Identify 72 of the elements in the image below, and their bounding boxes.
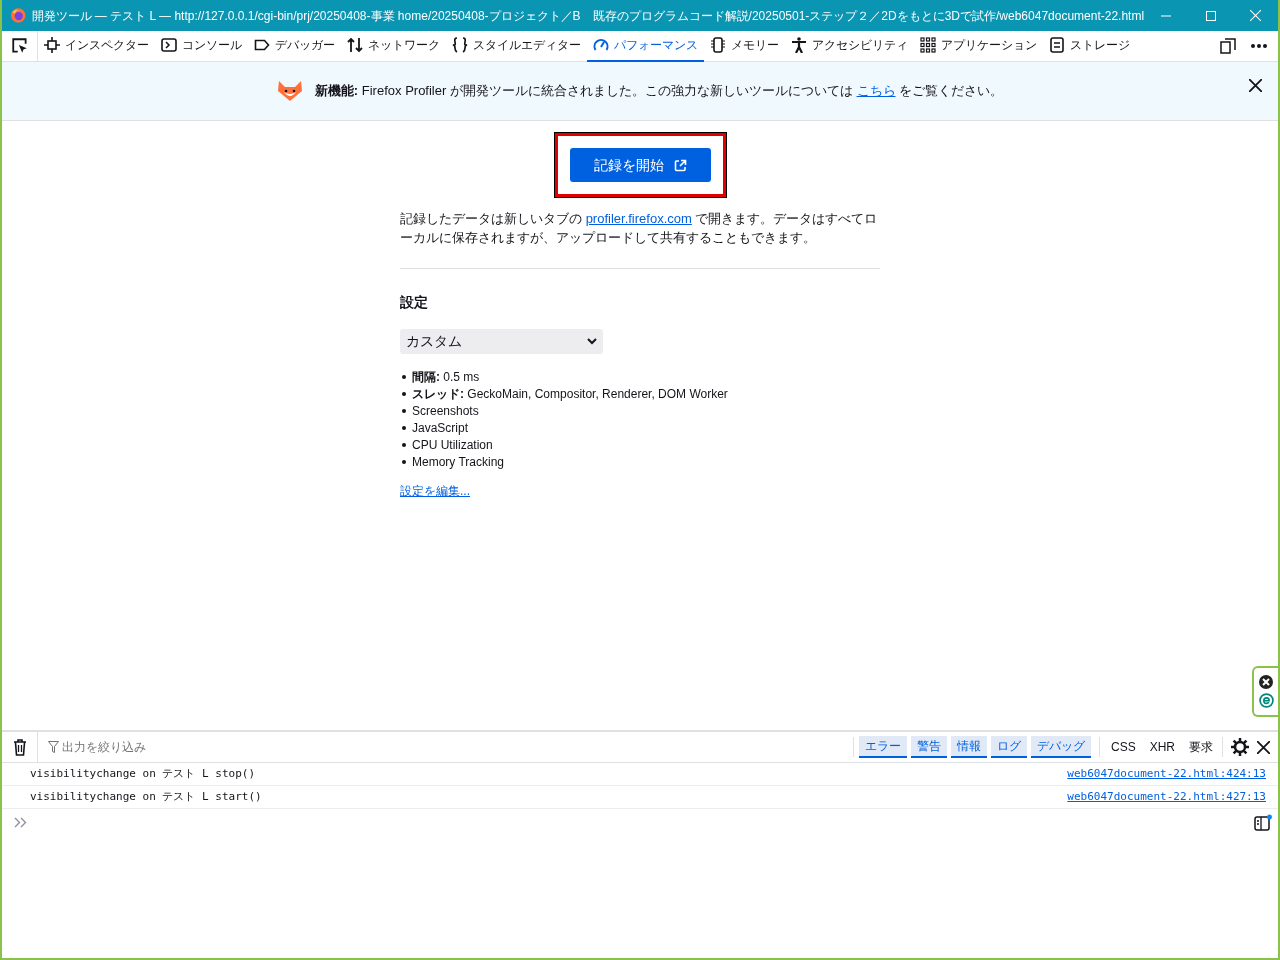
panel-tab[interactable]: インスペクター — [38, 30, 155, 62]
settings-item: CPU Utilization — [412, 436, 493, 454]
settings-item: JavaScript — [412, 419, 469, 437]
tag-icon — [254, 37, 270, 53]
settings-item: スレッド: GeckoMain, Compositor, Renderer, DOM Worker — [412, 385, 728, 403]
bullet-icon — [402, 459, 406, 464]
panel-tab[interactable]: デバッガー — [248, 30, 341, 62]
console-message: visibilitychange on テスト L stop() — [30, 765, 256, 782]
panel-tab[interactable]: ストレージ — [1043, 30, 1136, 62]
panel-tab[interactable]: コンソール — [155, 30, 248, 62]
bullet-icon — [402, 442, 406, 447]
chip-icon — [710, 37, 726, 53]
cursor-icon — [10, 37, 29, 55]
console-message: visibilitychange on テスト L start() — [30, 788, 262, 805]
filter-icon — [48, 741, 59, 753]
letter-e-circle-icon[interactable] — [1258, 693, 1274, 708]
person-icon — [791, 37, 807, 53]
bullet-icon — [402, 425, 406, 430]
panel-tab[interactable]: メモリー — [704, 30, 785, 62]
request-type-filter[interactable]: XHR — [1146, 736, 1178, 758]
close-icon[interactable] — [1257, 740, 1270, 754]
close-icon — [1250, 10, 1262, 21]
settings-item: 間隔: 0.5 ms — [412, 368, 480, 386]
settings-item: Memory Tracking — [412, 453, 505, 471]
edit-settings-link[interactable]: 設定を編集... — [400, 482, 880, 500]
more-options-icon[interactable] — [1250, 43, 1268, 49]
maximize-icon — [1206, 10, 1217, 21]
close-icon — [1248, 78, 1262, 92]
panel-tab[interactable]: ネットワーク — [341, 30, 446, 62]
close-circle-icon[interactable] — [1259, 675, 1273, 689]
bullet-icon — [402, 374, 406, 379]
log-level-filter[interactable]: ログ — [990, 736, 1027, 758]
log-level-filter[interactable]: デバッグ — [1030, 736, 1091, 758]
bullet-icon — [402, 391, 406, 396]
dock-icon[interactable] — [1220, 38, 1236, 54]
gauge-icon — [593, 37, 609, 53]
crosshair-icon — [44, 37, 60, 53]
settings-icon[interactable] — [1231, 738, 1249, 756]
source-link[interactable]: web6047document-22.html:424:13 — [1067, 765, 1266, 783]
panel-tab[interactable]: アプリケーション — [914, 30, 1043, 62]
sidebar-toggle-icon[interactable] — [1254, 813, 1272, 831]
panel-tab[interactable]: アクセシビリティ — [785, 30, 914, 62]
fox-icon — [276, 80, 303, 102]
start-recording-button[interactable]: 記録を開始 — [569, 148, 711, 182]
source-link[interactable]: web6047document-22.html:427:13 — [1067, 788, 1266, 806]
panel-tab[interactable]: スタイルエディター — [446, 30, 587, 62]
link[interactable]: こちら — [856, 83, 896, 99]
description-text: 記録したデータは新しいタブの profiler.firefox.com で開きます。データはすべてローカルに保存されますが、アップロードして共有することもできます。 — [400, 210, 879, 247]
preset-dropdown[interactable]: カスタム — [400, 329, 603, 354]
terminal-icon — [161, 37, 177, 53]
settings-heading: 設定 — [400, 293, 429, 312]
external-link-icon — [673, 158, 687, 172]
chevron-right-double-icon — [14, 816, 27, 828]
grid-icon — [920, 37, 936, 53]
window-title: 開発ツール — テスト L — http://127.0.0.1/cgi-bin/prj/20250408-事業 home/20250408-プロジェクト／B 既存のプログラムコード解説/20250501-ステップ２／2Dをもとに3Dで試作/web6047document-22.html — [31, 7, 1145, 25]
request-type-filter[interactable]: 要求 — [1186, 736, 1216, 758]
filter-output-field[interactable]: 出力を絞り込み — [48, 738, 348, 756]
storage-icon — [1049, 37, 1065, 53]
bullet-icon — [402, 408, 406, 413]
chevron-down-icon — [587, 338, 597, 345]
trash-icon — [12, 738, 27, 756]
braces-icon — [452, 37, 468, 53]
banner-message: 新機能: Firefox Profiler が開発ツールに統合されました。この強力な新しいツールについては こちら をご覧ください。 — [314, 82, 1004, 101]
request-type-filter[interactable]: CSS — [1107, 736, 1139, 758]
settings-item: Screenshots — [412, 402, 479, 420]
link[interactable]: profiler.firefox.com — [585, 211, 692, 226]
log-level-filter[interactable]: 警告 — [910, 736, 947, 758]
log-level-filter[interactable]: エラー — [858, 736, 907, 758]
close-banner-button[interactable] — [1246, 76, 1264, 94]
up-down-arrows-icon — [347, 37, 363, 53]
firefox-logo-icon — [10, 7, 27, 24]
log-level-filter[interactable]: 情報 — [950, 736, 987, 758]
